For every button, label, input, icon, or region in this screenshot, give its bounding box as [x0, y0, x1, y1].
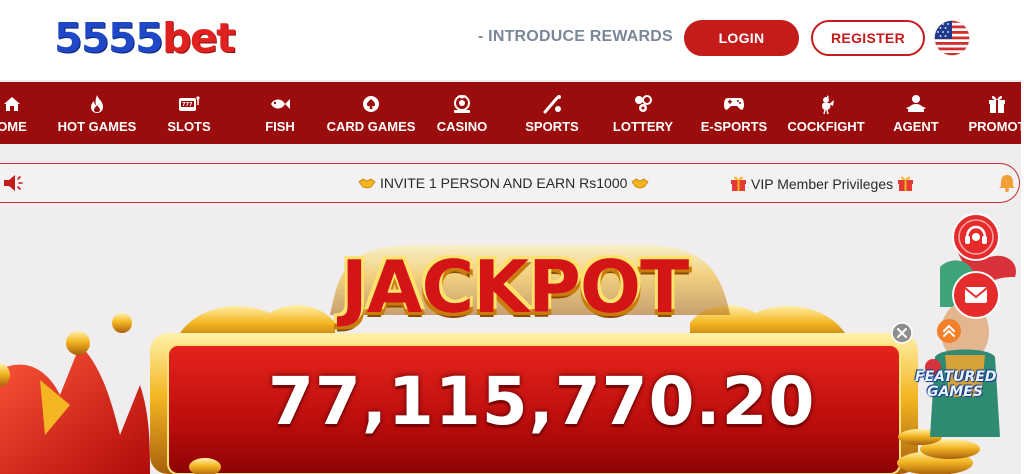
nav-label: HOT GAMES: [57, 119, 137, 134]
nav-item-card-games[interactable]: CARD GAMES: [326, 82, 416, 144]
marquee-text: INVITE 1 PERSON AND EARN Rs1000: [380, 175, 628, 191]
gift-icon: [731, 176, 746, 191]
nav-label: SLOTS: [167, 119, 211, 134]
jackpot-amount: 77,115,770.20: [268, 363, 816, 440]
nav-item-sports[interactable]: SPORTS: [523, 82, 581, 144]
nav-item-slots[interactable]: 777 SLOTS: [160, 82, 218, 144]
cockfight-icon: [822, 95, 834, 115]
bell-icon: [999, 175, 1015, 192]
featured-games-promo[interactable]: [895, 237, 1021, 474]
nav-label: PROMOT: [968, 119, 1021, 134]
featured-games-label: FEATURED GAMES: [915, 369, 997, 400]
jackpot-title: JACKPOT: [341, 245, 689, 329]
nav-label: LOTTERY: [612, 119, 674, 134]
gift-icon: [989, 96, 1005, 113]
featured-line1: FEATURED: [915, 369, 997, 385]
nav-label: CARD GAMES: [326, 119, 416, 134]
casino-icon: [454, 95, 470, 113]
nav-item-hot-games[interactable]: HOT GAMES: [57, 82, 137, 144]
message-button[interactable]: [952, 271, 1000, 319]
logo-text: bet: [162, 14, 236, 62]
close-icon[interactable]: [891, 322, 913, 344]
cards-icon: [363, 96, 379, 112]
header: 5555bet - INTRODUCE REWARDS LOGIN REGIST…: [0, 0, 1024, 80]
nav-item-agent[interactable]: AGENT: [892, 82, 940, 144]
nav-label: COCKFIGHT: [787, 119, 865, 134]
speaker-icon: [4, 175, 23, 191]
nav-item-promotions[interactable]: PROMOT: [967, 82, 1021, 144]
fish-icon: [271, 99, 290, 109]
sports-icon: [543, 95, 561, 114]
featured-line2: GAMES: [927, 384, 983, 400]
customer-support-button[interactable]: [952, 213, 1000, 261]
logo-number: 5555: [54, 14, 164, 62]
nav-label: SPORTS: [525, 119, 579, 134]
login-button[interactable]: LOGIN: [684, 20, 799, 56]
nav-item-cockfight[interactable]: COCKFIGHT: [786, 82, 866, 144]
us-flag-icon[interactable]: [934, 20, 970, 56]
lottery-icon: [635, 95, 652, 112]
slot-machine-icon: 777: [179, 96, 200, 111]
nav-item-lottery[interactable]: LOTTERY: [612, 82, 674, 144]
nav-item-home[interactable]: OME: [0, 82, 30, 144]
marquee-message: INVITE 1 PERSON AND EARN Rs1000: [358, 175, 649, 191]
nav-label: FISH: [265, 119, 295, 134]
home-icon: [4, 97, 20, 111]
svg-text:777: 777: [182, 102, 193, 108]
jackpot-banner: JACKPOT 77,115,770.20 FEATURED GAMES: [0, 205, 1021, 474]
main-nav: OME HOT GAMES 777 SLOTS FISH CARD GAMES …: [0, 82, 1021, 144]
nav-label: E-SPORTS: [700, 119, 768, 134]
nav-item-e-sports[interactable]: E-SPORTS: [700, 82, 768, 144]
nav-label: OME: [0, 119, 27, 134]
scroll-top-button[interactable]: [936, 318, 962, 344]
nav-item-fish[interactable]: FISH: [258, 82, 302, 144]
site-logo[interactable]: 5555bet: [54, 12, 236, 64]
nav-item-casino[interactable]: CASINO: [434, 82, 490, 144]
announcement-marquee[interactable]: INVITE 1 PERSON AND EARN Rs1000 VIP Memb…: [0, 163, 1020, 203]
flame-icon: [91, 95, 103, 113]
marquee-message: VIP Member Privileges: [730, 175, 914, 192]
mail-icon: [964, 287, 988, 303]
nav-label: CASINO: [436, 119, 488, 134]
register-button[interactable]: REGISTER: [811, 20, 925, 56]
handshake-icon: [631, 178, 649, 189]
introduce-rewards-link[interactable]: - INTRODUCE REWARDS: [478, 28, 673, 46]
gift-icon: [898, 176, 914, 191]
marquee-text: VIP Member Privileges: [751, 175, 894, 192]
handshake-icon: [358, 178, 376, 189]
agent-icon: [906, 95, 926, 112]
nav-label: AGENT: [893, 119, 939, 134]
gamepad-icon: [724, 98, 744, 110]
